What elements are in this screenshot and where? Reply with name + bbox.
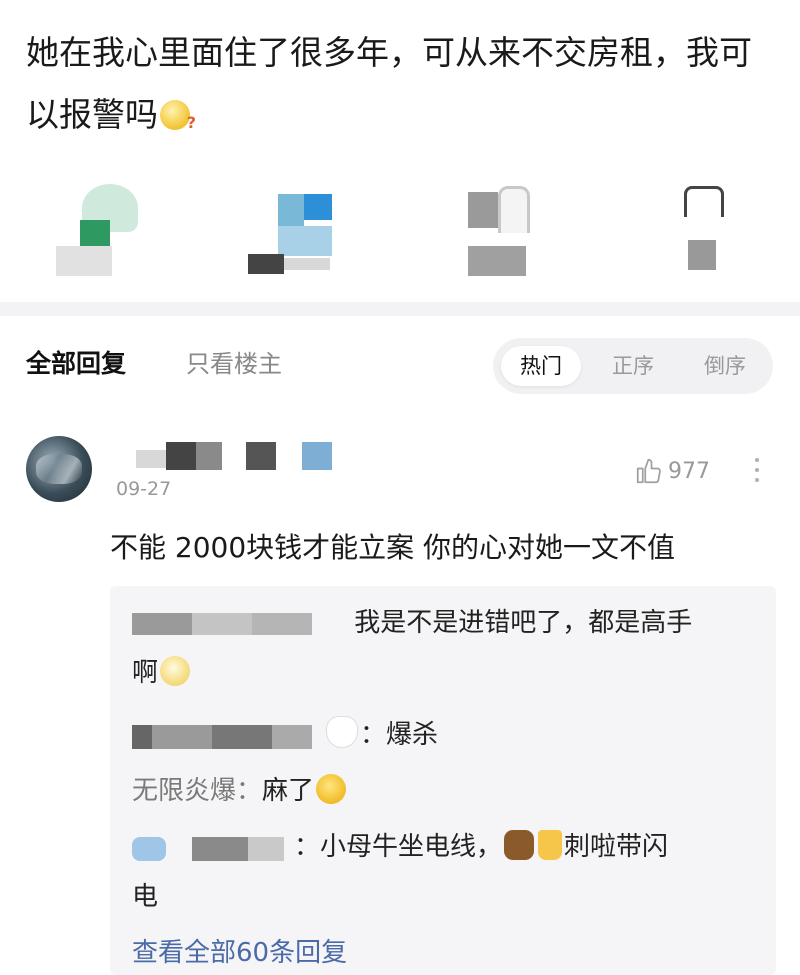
reply-text: 麻了: [262, 776, 315, 806]
snowman-emoji-icon: [326, 716, 358, 748]
reply-text-2: 刺啦带闪: [564, 832, 669, 862]
sweat-emoji-icon: [160, 656, 191, 686]
sub-replies: 我是不是进错吧了，都是高手 啊 ：爆杀 无限炎爆：麻了 ：小母牛坐电线， 刺啦带闪…: [110, 586, 776, 975]
reply-text: ：爆杀: [360, 720, 439, 750]
tab-all-replies[interactable]: 全部回复: [26, 344, 126, 380]
cow-emoji-icon: [504, 830, 535, 860]
tab-op-only[interactable]: 只看楼主: [186, 344, 282, 379]
section-divider: [0, 302, 800, 316]
reply-text-cont: 电: [132, 882, 159, 912]
comment-text: 不能 2000块钱才能立案 你的心对她一文不值: [110, 531, 676, 564]
sub-reply[interactable]: ：爆杀: [132, 710, 742, 760]
sort-desc[interactable]: 倒序: [685, 346, 765, 386]
thinking-emoji-icon: [160, 92, 196, 154]
reply-tabs: 全部回复 只看楼主 热门 正序 倒序: [0, 330, 800, 400]
sub-reply[interactable]: 无限炎爆：麻了: [132, 766, 742, 816]
comment-date: 09-27: [116, 478, 172, 500]
thumb-up-icon: [636, 458, 661, 484]
like-count: 977: [668, 458, 710, 484]
post-body: 她在我心里面住了很多年，可从来不交房租，我可以报警吗: [26, 33, 752, 134]
username-redacted[interactable]: [116, 440, 346, 474]
reply-author-redacted: [132, 833, 294, 861]
grin-emoji-icon: [316, 774, 347, 804]
reply-text: ：小母牛坐电线，: [294, 832, 503, 862]
post-text: 她在我心里面住了很多年，可从来不交房租，我可以报警吗: [26, 22, 766, 154]
sub-reply[interactable]: ：小母牛坐电线， 刺啦带闪 电: [132, 822, 742, 922]
attachment-thumb[interactable]: [52, 180, 142, 280]
reply-author-redacted: [132, 721, 324, 749]
view-all-replies-link[interactable]: 查看全部60条回复: [132, 932, 347, 969]
attachment-thumb[interactable]: [248, 180, 338, 280]
avatar[interactable]: [26, 436, 92, 502]
reply-text: 我是不是进错吧了，都是高手: [354, 608, 693, 638]
sort-hot[interactable]: 热门: [501, 346, 581, 386]
reply-text-cont: 啊: [132, 658, 159, 688]
like-button[interactable]: 977: [634, 454, 710, 488]
reply-author[interactable]: 无限炎爆：: [132, 776, 262, 806]
attachment-thumb[interactable]: [684, 180, 774, 280]
more-vertical-icon[interactable]: [750, 452, 764, 490]
sub-reply[interactable]: 我是不是进错吧了，都是高手 啊: [132, 598, 742, 698]
attachment-thumb[interactable]: [468, 180, 558, 280]
attachment-strip[interactable]: [0, 180, 800, 280]
reply-author-redacted: [132, 609, 332, 637]
sort-asc[interactable]: 正序: [593, 346, 673, 386]
beer-emoji-icon: [538, 830, 563, 860]
sort-switcher: 热门 正序 倒序: [493, 338, 773, 394]
